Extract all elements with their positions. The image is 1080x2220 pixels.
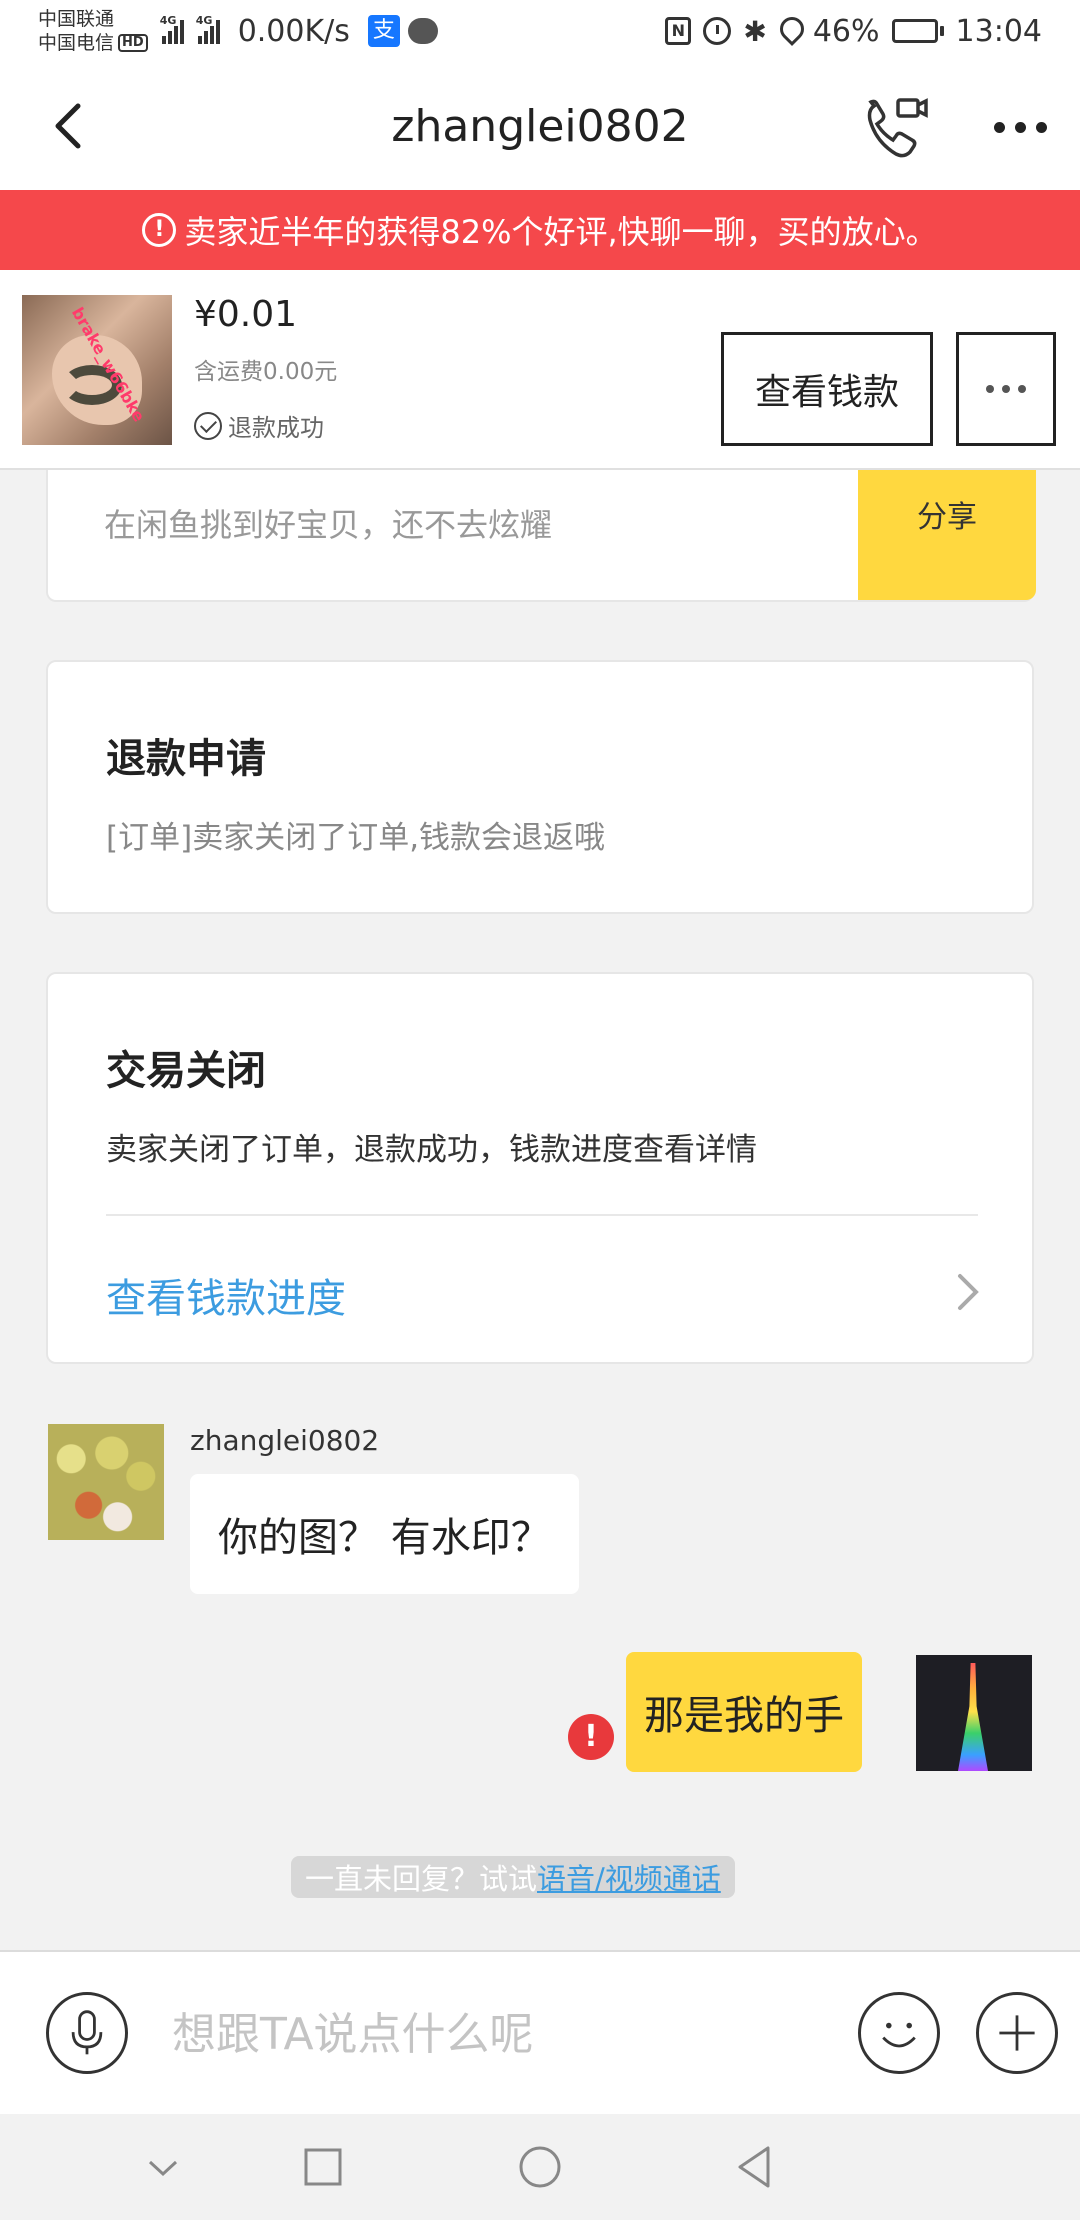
back-icon: [55, 103, 81, 149]
signal-2-icon: 4G: [196, 14, 220, 44]
emoji-icon: [882, 2022, 916, 2048]
more-actions-button[interactable]: [976, 1992, 1058, 2074]
hd-badge: HD: [118, 34, 148, 52]
battery-icon: [891, 19, 944, 43]
nav-recent-icon: [304, 2148, 342, 2186]
location-icon: [779, 17, 801, 45]
chat-notification-icon: [407, 18, 438, 44]
more-icon: [993, 121, 1005, 133]
net-speed: 0.00K/s: [237, 13, 350, 49]
battery-percent: 46%: [812, 13, 880, 49]
sender-name: zhanglei0802: [190, 1424, 380, 1457]
seller-rating-banner: ! 卖家近半年的获得82%个好评,快聊一聊，买的放心。: [0, 190, 1080, 270]
message-bubble-received[interactable]: 你的图？ 有水印？: [190, 1474, 579, 1594]
carrier-2: 中国电信: [38, 32, 115, 54]
message-input-bar: [0, 1950, 1080, 2114]
refund-request-card[interactable]: 退款申请 [订单]卖家关闭了订单,钱款会退返哦: [46, 660, 1034, 914]
plus-icon: [999, 2015, 1035, 2051]
check-icon: [194, 411, 222, 440]
order-price: ¥0.01: [194, 294, 298, 335]
banner-text: 卖家近半年的获得82%个好评,快聊一聊，买的放心。: [184, 213, 938, 251]
order-summary: brake_w66bke ¥0.01 含运费0.00元 退款成功 查看钱款: [0, 270, 1080, 470]
more-icon: [986, 385, 994, 393]
share-button[interactable]: 分享: [858, 470, 1036, 600]
emoji-button[interactable]: [858, 1992, 940, 2074]
mic-icon: [71, 2010, 103, 2055]
bluetooth-icon: ✱: [743, 14, 767, 48]
order-more-button[interactable]: [956, 332, 1056, 446]
closed-card-title: 交易关闭: [106, 1048, 266, 1094]
avatar-self[interactable]: [916, 1655, 1032, 1771]
share-text: 在闲鱼挑到好宝贝，还不去炫耀: [104, 506, 553, 544]
clock: 13:04: [955, 13, 1042, 49]
avatar-other[interactable]: [48, 1424, 164, 1540]
carrier-1: 中国联通: [38, 8, 115, 30]
divider: [106, 1214, 978, 1216]
nav-home-button[interactable]: [515, 2142, 565, 2192]
voice-input-button[interactable]: [46, 1992, 128, 2074]
closed-card-body: 卖家关闭了订单，退款成功，钱款进度查看详情: [106, 1132, 757, 1168]
error-icon[interactable]: !: [568, 1714, 614, 1760]
nav-down-button[interactable]: [138, 2142, 188, 2192]
nav-back-button[interactable]: [730, 2142, 780, 2192]
nav-down-icon: [148, 2160, 178, 2177]
message-input[interactable]: [172, 1998, 812, 2070]
alipay-icon: 支: [367, 15, 400, 47]
alarm-icon: [703, 17, 732, 45]
video-call-button[interactable]: [862, 92, 932, 162]
message-bubble-sent[interactable]: 那是我的手: [626, 1652, 862, 1772]
view-money-progress-link[interactable]: 查看钱款进度: [106, 1266, 346, 1324]
nfc-icon: N: [665, 17, 692, 45]
signal-1-icon: 4G: [160, 14, 184, 44]
call-hint-prefix: 一直未回复？试试: [305, 1862, 538, 1896]
call-hint: 一直未回复？试试 语音/视频通话: [291, 1856, 735, 1898]
order-shipping: 含运费0.00元: [194, 359, 338, 385]
nav-back-icon: [738, 2146, 770, 2188]
warning-icon: !: [142, 213, 177, 247]
refund-card-body: [订单]卖家关闭了订单,钱款会退返哦: [106, 820, 606, 856]
nav-recent-button[interactable]: [298, 2142, 348, 2192]
more-button[interactable]: [985, 92, 1055, 162]
chevron-right-icon[interactable]: [948, 1268, 988, 1316]
video-call-icon: [867, 98, 928, 158]
chat-header: zhanglei0802: [0, 62, 1080, 190]
view-money-button[interactable]: 查看钱款: [721, 332, 933, 446]
trade-closed-card: 交易关闭 卖家关闭了订单，退款成功，钱款进度查看详情 查看钱款进度: [46, 972, 1034, 1364]
refund-status: 退款成功: [194, 408, 324, 443]
system-nav-bar: [0, 2114, 1080, 2220]
status-bar: 中国联通 中国电信 HD 4G 4G 0.00K/s 支 N ✱ 46% 13:…: [0, 0, 1080, 62]
product-image[interactable]: brake_w66bke: [22, 295, 172, 445]
share-card: 在闲鱼挑到好宝贝，还不去炫耀 分享: [46, 470, 1036, 602]
refund-status-label: 退款成功: [228, 414, 324, 442]
voice-video-call-link[interactable]: 语音/视频通话: [537, 1856, 721, 1898]
nav-home-icon: [519, 2146, 561, 2188]
carrier-info: 中国联通 中国电信 HD: [38, 7, 148, 55]
back-button[interactable]: [40, 96, 100, 156]
refund-card-title: 退款申请: [106, 736, 266, 782]
